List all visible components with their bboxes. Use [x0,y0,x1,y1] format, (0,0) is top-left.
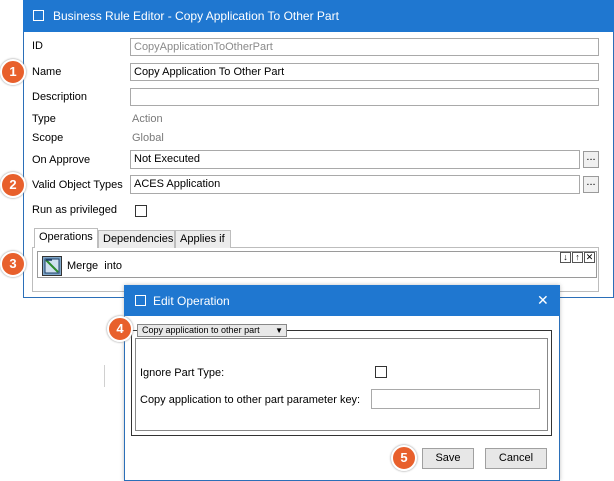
run-as-privileged-label: Run as privileged [32,204,117,216]
divider-line [104,365,105,387]
window-icon [33,10,44,21]
ignore-part-type-checkbox[interactable] [375,366,387,378]
on-approve-field[interactable]: Not Executed [130,150,580,169]
operation-inner-box [135,338,548,431]
description-label: Description [32,91,88,103]
dialog-close-icon[interactable]: ✕ [537,292,549,309]
move-down-button[interactable]: ↓ [560,252,571,263]
valid-object-types-label: Valid Object Types [32,179,123,191]
move-up-button[interactable]: ↑ [572,252,583,263]
tab-operations[interactable]: Operations [34,228,98,248]
parameter-key-label: Copy application to other part parameter… [140,394,361,406]
main-window-title: Business Rule Editor - Copy Application … [53,9,339,23]
run-as-privileged-checkbox[interactable] [135,205,147,217]
chevron-down-icon: ▼ [275,326,283,335]
operation-item-merge[interactable]: Merge into [42,256,222,276]
valid-object-types-field[interactable]: ACES Application [130,175,580,194]
dialog-title-bar[interactable]: Edit Operation ✕ [124,285,560,316]
parameter-key-input[interactable] [371,389,540,409]
ignore-part-type-label: Ignore Part Type: [140,367,225,379]
scope-label: Scope [32,132,64,144]
callout-5: 5 [391,445,417,471]
callout-2: 2 [0,172,26,198]
main-title-bar[interactable]: Business Rule Editor - Copy Application … [23,0,614,32]
valid-object-types-browse-button[interactable]: ... [583,176,599,193]
id-label: ID [32,40,43,52]
cancel-button[interactable]: Cancel [485,448,547,469]
save-button[interactable]: Save [422,448,474,469]
name-label: Name [32,66,62,78]
name-field[interactable]: Copy Application To Other Part [130,63,599,81]
type-label: Type [32,113,56,125]
operation-type-value: Copy application to other part [142,325,260,335]
on-approve-browse-button[interactable]: ... [583,151,599,168]
tab-dependencies[interactable]: Dependencies [98,230,175,248]
callout-3: 3 [0,251,26,277]
remove-operation-button[interactable]: ✕ [584,252,595,263]
merge-operation-icon [42,256,62,276]
dialog-window-icon [135,295,146,306]
callout-1: 1 [0,59,26,85]
callout-4: 4 [107,316,133,342]
type-value: Action [132,113,163,125]
dialog-title: Edit Operation [153,294,230,308]
description-field[interactable] [130,88,599,106]
scope-value: Global [132,132,164,144]
on-approve-label: On Approve [32,154,91,166]
operation-type-dropdown[interactable]: Copy application to other part ▼ [137,324,287,337]
operation-item-label: Merge into [67,260,123,272]
tab-applies-if[interactable]: Applies if [175,230,231,248]
id-field[interactable]: CopyApplicationToOtherPart [130,38,599,56]
